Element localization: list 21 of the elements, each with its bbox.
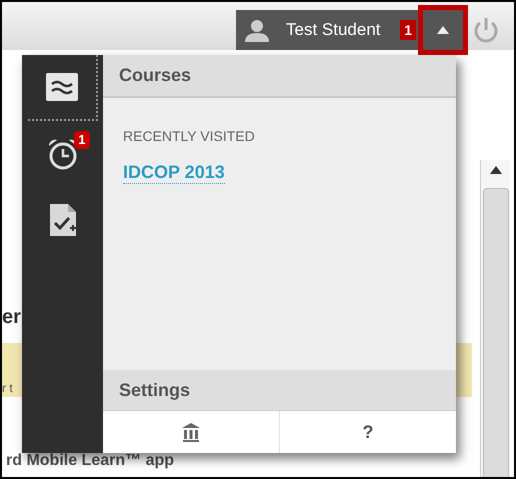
side-nav-item[interactable] (28, 55, 98, 121)
caret-icon (437, 26, 449, 34)
document-check-icon (48, 202, 78, 238)
courses-title: Courses (119, 64, 192, 87)
user-name: Test Student (286, 19, 381, 42)
scroll-up-icon[interactable] (490, 166, 502, 174)
user-menu[interactable]: Test Student 1 (236, 10, 418, 50)
scrollbar[interactable] (480, 160, 510, 477)
section-label: RECENTLY VISITED (123, 127, 256, 146)
notification-badge: 1 (400, 20, 416, 40)
menu-toggle-button[interactable] (418, 5, 468, 55)
bank-icon (181, 422, 201, 442)
page-heading: rd Mobile Learn™ app (6, 451, 176, 471)
scroll-thumb[interactable] (482, 188, 508, 477)
side-nav-item[interactable]: 1 (28, 121, 98, 187)
page-text: er (2, 305, 22, 329)
notice-text: r t (2, 380, 13, 397)
user-icon (244, 18, 270, 42)
settings-title: Settings (119, 378, 190, 402)
alert-badge: 1 (74, 131, 90, 149)
waves-icon (46, 73, 78, 101)
